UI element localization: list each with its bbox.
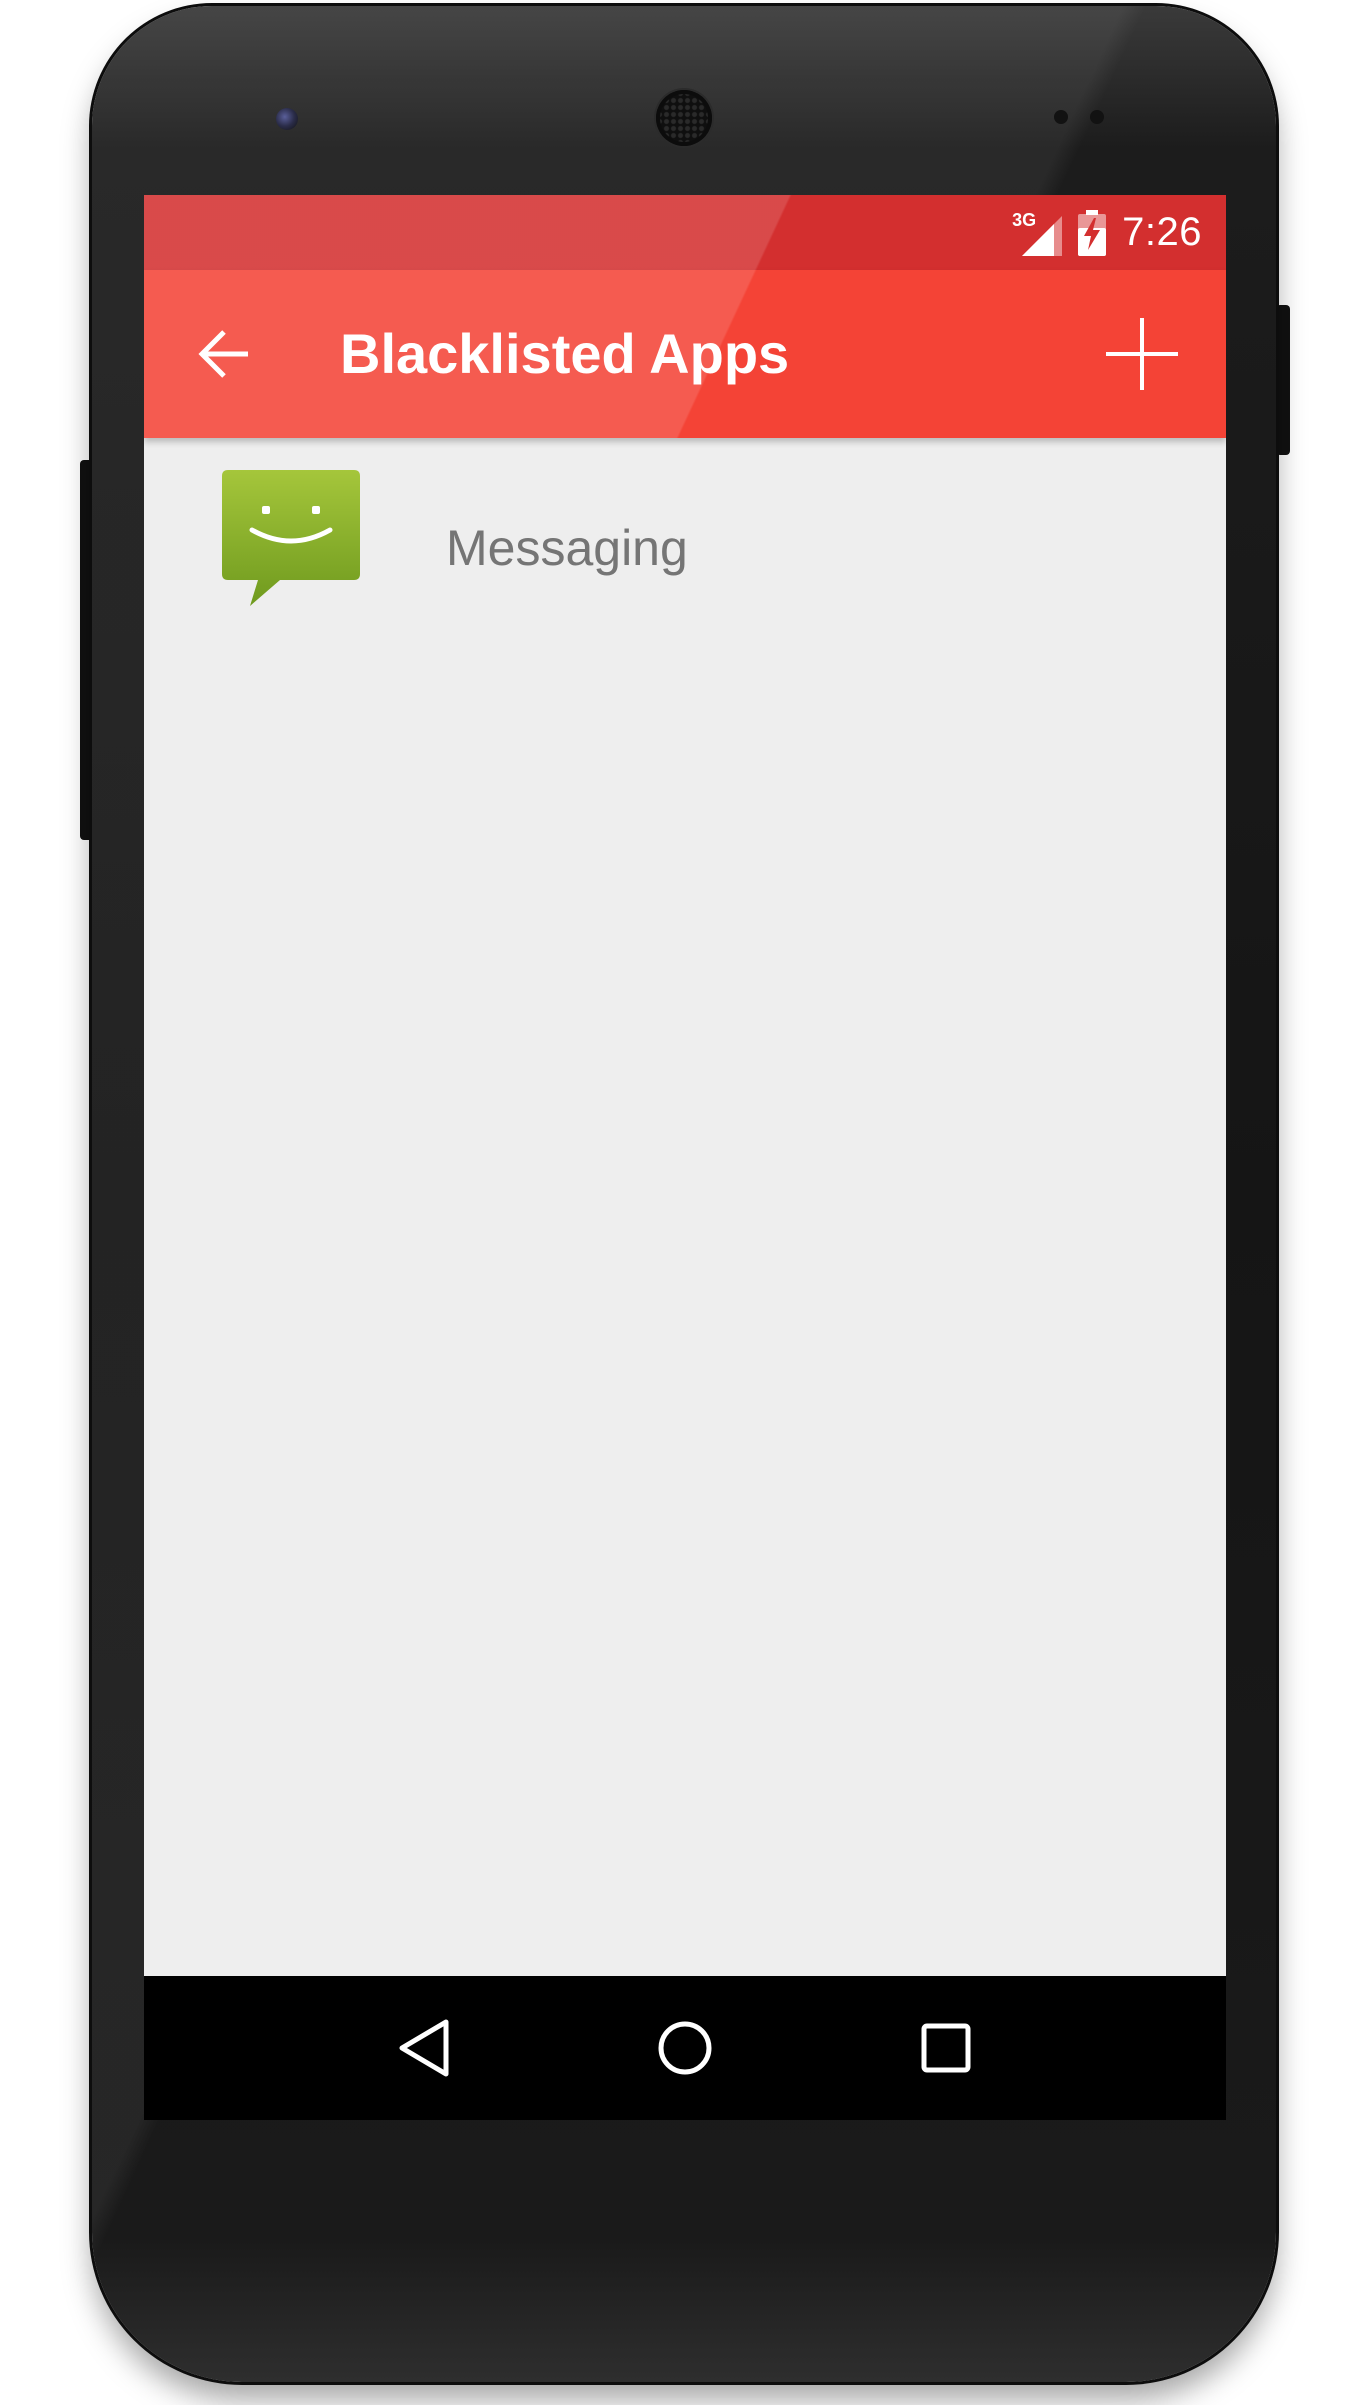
earpiece-speaker xyxy=(656,90,712,146)
power-button xyxy=(1276,305,1290,455)
page-title: Blacklisted Apps xyxy=(340,322,790,385)
battery-charging-icon xyxy=(1078,209,1107,256)
status-icons: 3G 7:26 xyxy=(1012,195,1202,270)
front-camera xyxy=(276,108,298,130)
home-circle-icon xyxy=(658,2021,712,2075)
app-bar: Blacklisted Apps xyxy=(144,270,1226,438)
device-frame: 3G 7:26 Blacklisted Apps Messaging xyxy=(0,0,1370,2405)
recents-square-icon xyxy=(921,2023,971,2073)
proximity-sensor xyxy=(1054,110,1068,124)
light-sensor xyxy=(1090,110,1104,124)
list-item-label: Messaging xyxy=(446,520,688,576)
navigation-bar xyxy=(144,1976,1226,2120)
nav-home-button[interactable] xyxy=(645,2008,725,2088)
list-item[interactable]: Messaging xyxy=(144,438,1226,658)
messaging-app-icon xyxy=(222,468,366,612)
plus-icon xyxy=(1106,318,1178,390)
back-triangle-icon xyxy=(399,2019,449,2077)
signal-indicator: 3G xyxy=(1012,210,1063,256)
arrow-back-icon xyxy=(198,330,248,378)
screen: 3G 7:26 Blacklisted Apps Messaging xyxy=(144,195,1226,2120)
status-bar: 3G 7:26 xyxy=(144,195,1226,270)
status-time: 7:26 xyxy=(1122,210,1202,254)
add-app-button[interactable] xyxy=(1096,308,1188,400)
nav-back-button[interactable] xyxy=(384,2008,464,2088)
signal-icon xyxy=(1022,215,1063,256)
back-button[interactable] xyxy=(184,314,264,394)
nav-recents-button[interactable] xyxy=(906,2008,986,2088)
blacklist: Messaging xyxy=(144,438,1226,658)
